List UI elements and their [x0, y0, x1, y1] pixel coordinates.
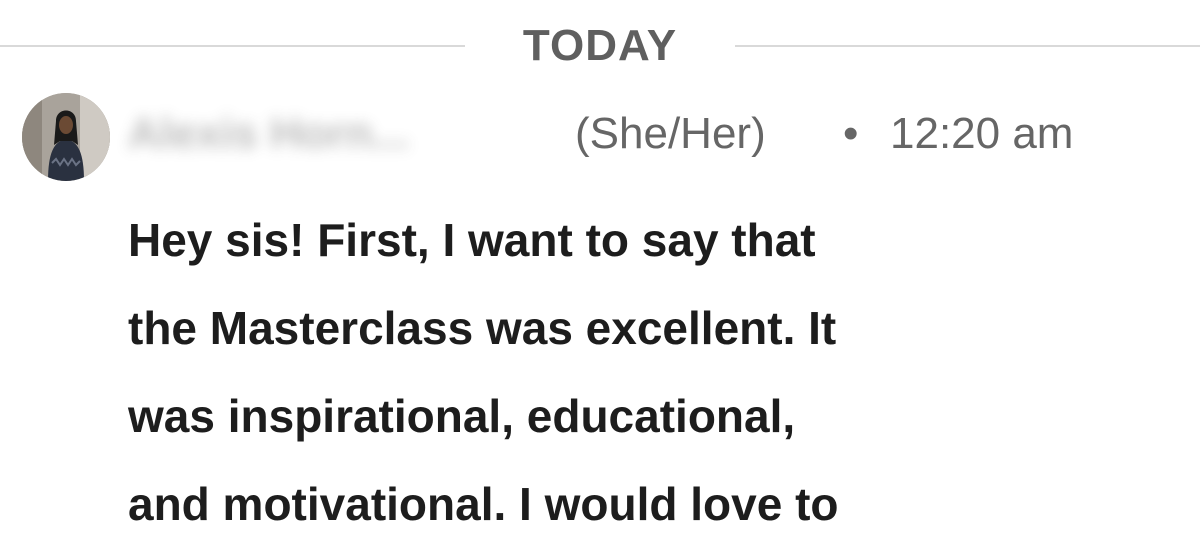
date-divider: TODAY [0, 18, 1200, 74]
profile-photo-icon [22, 93, 110, 181]
sender-pronouns: (She/Her) [575, 109, 766, 158]
separator-dot: • [843, 109, 859, 158]
message-header: Alexis Horn... (She/Her) • 12:20 am [128, 104, 1188, 164]
divider-line-right [735, 45, 1200, 47]
message-line: was inspirational, educational, [128, 390, 796, 442]
message-line: Hey sis! First, I want to say that [128, 214, 816, 266]
sender-name[interactable]: Alexis Horn... [128, 104, 558, 164]
message-body: Hey sis! First, I want to say that the M… [128, 196, 1178, 548]
message-line: and motivational. I would love to [128, 478, 839, 530]
message-line: the Masterclass was excellent. It [128, 302, 837, 354]
divider-line-left [0, 45, 465, 47]
message-timestamp: 12:20 am [890, 109, 1074, 158]
date-divider-label: TODAY [522, 21, 678, 70]
sender-avatar[interactable] [22, 93, 110, 181]
